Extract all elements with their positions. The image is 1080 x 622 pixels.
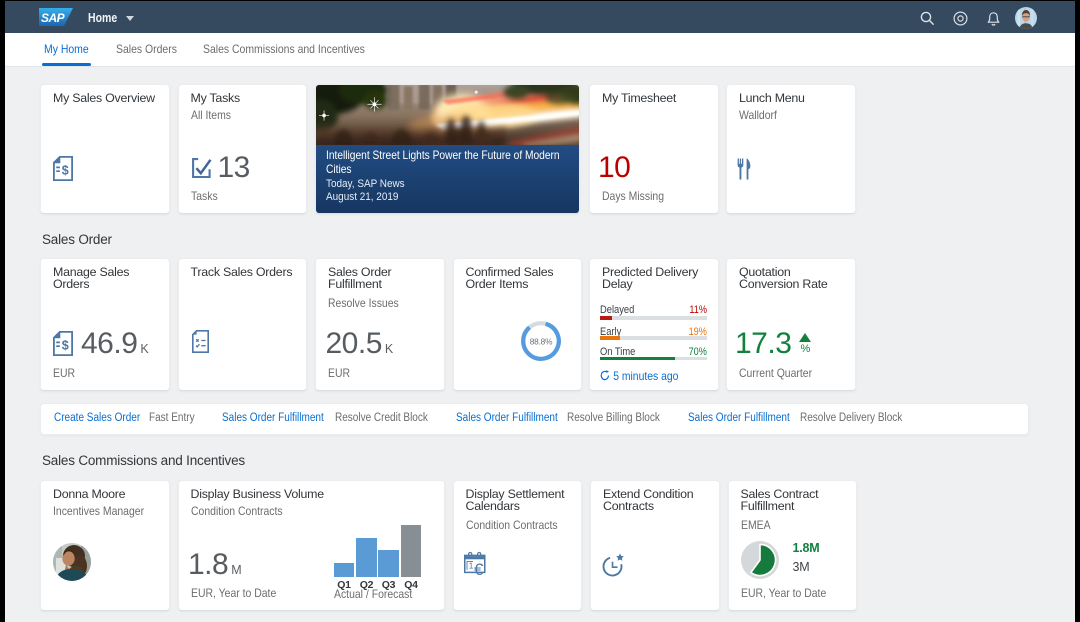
svg-text:SAP: SAP [41,11,66,25]
svg-text:$: $ [62,338,69,352]
svg-text:€: € [474,560,484,578]
svg-text:1: 1 [468,561,473,571]
svg-text:88.8%: 88.8% [529,336,552,346]
svg-text:$: $ [62,163,69,177]
